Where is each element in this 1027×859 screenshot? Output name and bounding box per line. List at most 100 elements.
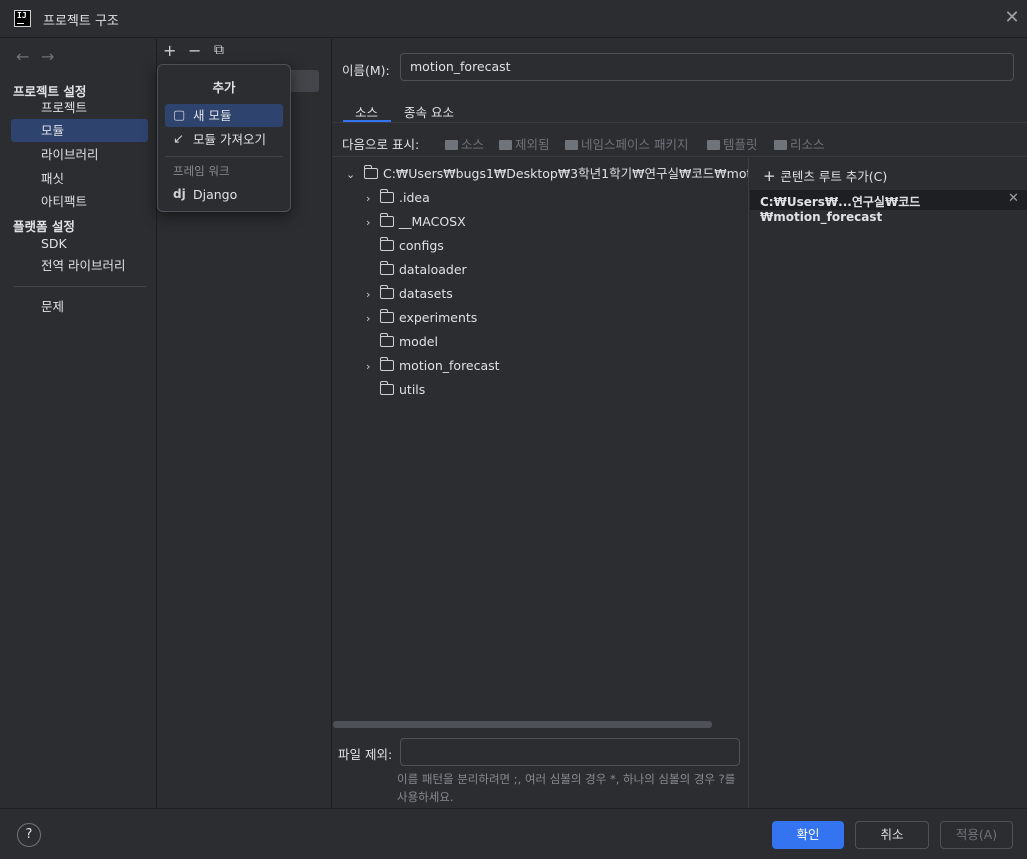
window-title: 프로젝트 구조 bbox=[43, 14, 119, 29]
sidebar-item-project[interactable]: 프로젝트 bbox=[11, 96, 148, 119]
menu-item-django[interactable]: dj Django bbox=[165, 183, 283, 206]
copy-icon[interactable]: ⧉ bbox=[214, 42, 224, 58]
sidebar-item-libraries[interactable]: 라이브러리 bbox=[11, 143, 148, 166]
tree-row[interactable]: › datasets bbox=[366, 282, 453, 306]
mark-as-label: 다음으로 표시: bbox=[342, 137, 420, 152]
sidebar-item-facets[interactable]: 패싯 bbox=[11, 167, 148, 190]
sidebar-item-modules[interactable]: 모듈 bbox=[11, 119, 148, 142]
resources-folder-icon bbox=[774, 140, 787, 150]
mark-sources-button[interactable]: 소스 bbox=[445, 134, 484, 153]
remove-icon[interactable]: − bbox=[188, 41, 201, 60]
mark-option-label: 템플릿 bbox=[723, 137, 758, 152]
exclude-files-label: 파일 제외: bbox=[338, 747, 393, 762]
folder-icon bbox=[363, 165, 378, 179]
tree-row[interactable]: › experiments bbox=[366, 306, 477, 330]
menu-section-framework: 프레임 워크 bbox=[173, 164, 230, 178]
tree-row[interactable]: › __MACOSX bbox=[366, 210, 466, 234]
tree-row-label: utils bbox=[399, 382, 426, 397]
plus-icon: + bbox=[763, 167, 781, 185]
mark-namespace-button[interactable]: 네임스페이스 패키지 bbox=[565, 134, 688, 153]
tree-row-label: .idea bbox=[399, 190, 430, 205]
mark-option-label: 네임스페이스 패키지 bbox=[581, 137, 689, 152]
add-content-root-label: 콘텐츠 루트 추가(C) bbox=[780, 169, 888, 184]
forward-arrow-icon[interactable]: → bbox=[41, 47, 54, 66]
close-window-button[interactable]: ✕ bbox=[1000, 6, 1024, 30]
exclude-files-hint: 이름 패턴을 분리하려면 ;, 여러 심볼의 경우 *, 하나의 심볼의 경우 … bbox=[397, 772, 736, 804]
tree-row-label: model bbox=[399, 334, 438, 349]
tree-row[interactable]: utils bbox=[366, 378, 425, 402]
tree-row-label: dataloader bbox=[399, 262, 467, 277]
apply-button[interactable]: 적용(A) bbox=[940, 821, 1013, 849]
folder-icon bbox=[380, 309, 394, 323]
add-icon[interactable]: + bbox=[163, 41, 176, 60]
tree-row[interactable]: configs bbox=[366, 234, 444, 258]
sources-folder-icon bbox=[445, 140, 458, 150]
popup-title: 추가 bbox=[212, 80, 236, 95]
folder-icon bbox=[380, 213, 394, 227]
mark-templates-button[interactable]: 템플릿 bbox=[707, 134, 758, 153]
tree-row[interactable]: › motion_forecast bbox=[366, 354, 500, 378]
tree-row-label: __MACOSX bbox=[399, 214, 466, 229]
add-content-root-button[interactable]: + 콘텐츠 루트 추가(C) bbox=[763, 166, 887, 185]
folder-icon bbox=[380, 357, 394, 371]
add-popup-menu: 추가 ▢ 새 모듈 ↙ 모듈 가져오기 프레임 워크 dj Django bbox=[157, 64, 291, 212]
folder-icon bbox=[380, 285, 394, 299]
sidebar-item-sdk[interactable]: SDK bbox=[11, 232, 148, 255]
cancel-button[interactable]: 취소 bbox=[855, 821, 929, 849]
intellij-app-icon: IJ bbox=[14, 10, 31, 27]
tree-row[interactable]: dataloader bbox=[366, 258, 467, 282]
title-bar bbox=[0, 0, 1027, 38]
tree-row-label: motion_forecast bbox=[399, 358, 500, 373]
chevron-right-icon[interactable]: › bbox=[366, 355, 380, 379]
chevron-right-icon[interactable]: › bbox=[366, 187, 380, 211]
tree-row-label: experiments bbox=[399, 310, 478, 325]
chevron-right-icon[interactable]: › bbox=[366, 211, 380, 235]
tree-row[interactable]: model bbox=[366, 330, 438, 354]
chevron-right-icon[interactable]: › bbox=[366, 307, 380, 331]
exclude-files-input[interactable] bbox=[400, 738, 740, 766]
menu-separator bbox=[165, 156, 283, 157]
tree-row-label: configs bbox=[399, 238, 444, 253]
django-icon: dj bbox=[173, 187, 186, 201]
active-tab-indicator bbox=[343, 120, 391, 122]
tree-root-row[interactable]: ⌄ C:₩Users₩bugs1₩Desktop₩3학년1학기₩연구실₩코드₩m… bbox=[346, 162, 748, 186]
remove-content-root-icon[interactable]: ✕ bbox=[1008, 191, 1019, 206]
tab-dependencies[interactable]: 종속 요소 bbox=[404, 102, 454, 121]
chevron-right-icon[interactable]: › bbox=[366, 283, 380, 307]
mark-option-label: 소스 bbox=[461, 137, 485, 152]
sidebar-divider bbox=[14, 286, 146, 287]
tree-row[interactable]: › .idea bbox=[366, 186, 430, 210]
mark-excluded-button[interactable]: 제외됨 bbox=[499, 134, 550, 153]
name-label: 이름(M): bbox=[342, 63, 390, 78]
mark-option-label: 제외됨 bbox=[515, 137, 550, 152]
menu-item-new-module[interactable]: ▢ 새 모듈 bbox=[165, 104, 283, 127]
folder-icon bbox=[380, 381, 394, 395]
horizontal-scrollbar[interactable] bbox=[333, 721, 712, 728]
chevron-down-icon[interactable]: ⌄ bbox=[346, 163, 360, 187]
back-arrow-icon[interactable]: ← bbox=[16, 47, 29, 66]
new-module-icon: ▢ bbox=[173, 108, 186, 123]
folder-icon bbox=[380, 333, 394, 347]
mark-option-label: 리소스 bbox=[790, 137, 825, 152]
namespace-folder-icon bbox=[565, 140, 578, 150]
module-name-input[interactable]: motion_forecast bbox=[400, 53, 1014, 81]
sidebar-item-global-libraries[interactable]: 전역 라이브러리 bbox=[11, 254, 148, 277]
menu-item-import-module[interactable]: ↙ 모듈 가져오기 bbox=[165, 128, 283, 151]
mark-resources-button[interactable]: 리소스 bbox=[774, 134, 825, 153]
sidebar-item-artifacts[interactable]: 아티팩트 bbox=[11, 190, 148, 213]
menu-item-label: Django bbox=[193, 187, 238, 202]
tab-sources[interactable]: 소스 bbox=[355, 102, 378, 121]
templates-folder-icon bbox=[707, 140, 720, 150]
folder-icon bbox=[380, 189, 394, 203]
menu-item-label: 모듈 가져오기 bbox=[193, 132, 266, 147]
tabs-divider bbox=[332, 122, 1027, 123]
content-root-path: C:₩Users₩...연구실₩코드₩motion_forecast bbox=[760, 195, 921, 224]
tree-root-label: C:₩Users₩bugs1₩Desktop₩3학년1학기₩연구실₩코드₩mot… bbox=[382, 166, 748, 181]
import-module-icon: ↙ bbox=[173, 132, 184, 147]
tree-row-label: datasets bbox=[399, 286, 453, 301]
panel-divider bbox=[748, 157, 749, 808]
sidebar-item-problems[interactable]: 문제 bbox=[11, 295, 148, 318]
ok-button[interactable]: 확인 bbox=[772, 821, 844, 849]
help-button[interactable]: ? bbox=[17, 823, 41, 847]
excluded-folder-icon bbox=[499, 140, 512, 150]
